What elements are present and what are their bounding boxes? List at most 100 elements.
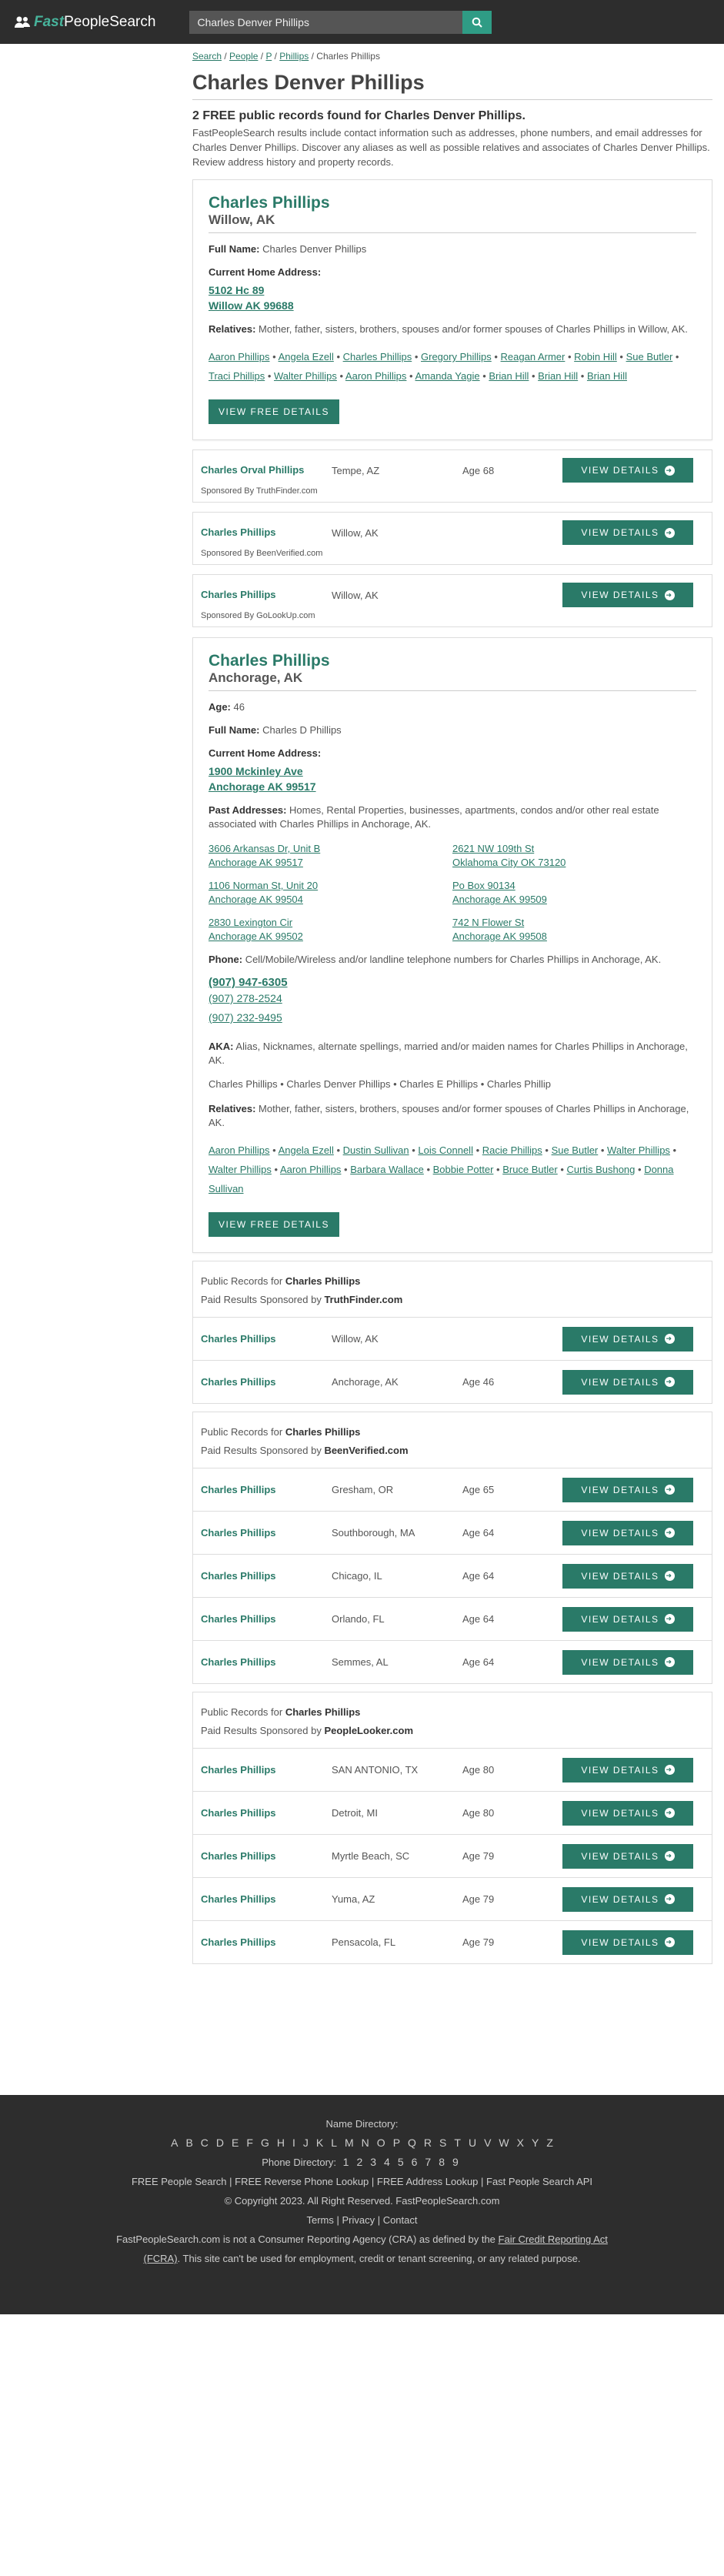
letter-link[interactable]: X — [517, 2137, 524, 2149]
relative-link[interactable]: Brian Hill — [489, 370, 529, 382]
footer-links[interactable]: FREE People Search | FREE Reverse Phone … — [0, 2172, 724, 2191]
digit-link[interactable]: 8 — [439, 2156, 445, 2168]
relative-link[interactable]: Aaron Phillips — [209, 1144, 270, 1156]
record-name[interactable]: Charles Phillips — [209, 194, 696, 212]
breadcrumb-people[interactable]: People — [229, 51, 258, 62]
relative-link[interactable]: Aaron Phillips — [345, 370, 407, 382]
view-details-button[interactable]: VIEW DETAILS ➜ — [562, 1520, 693, 1545]
letter-link[interactable]: K — [316, 2137, 323, 2149]
letter-link[interactable]: N — [362, 2137, 369, 2149]
past-address[interactable]: 2830 Lexington Cir Anchorage AK 99502 — [209, 916, 452, 944]
past-address-line1[interactable]: 1106 Norman St, Unit 20 — [209, 879, 452, 893]
relative-link[interactable]: Lois Connell — [418, 1144, 473, 1156]
past-address-line2[interactable]: Anchorage AK 99502 — [209, 930, 452, 944]
result-name[interactable]: Charles Phillips — [201, 1611, 332, 1628]
digit-link[interactable]: 6 — [412, 2156, 418, 2168]
view-details-button[interactable]: VIEW DETAILS ➜ — [562, 520, 693, 545]
result-name[interactable]: Charles Phillips — [201, 1654, 332, 1671]
result-name[interactable]: Charles Phillips — [201, 1374, 332, 1391]
breadcrumb-surname[interactable]: Phillips — [279, 51, 309, 62]
letter-link[interactable]: A — [171, 2137, 178, 2149]
phone-item[interactable]: (907) 232-9495 — [209, 1008, 696, 1027]
relative-link[interactable]: Curtis Bushong — [567, 1164, 636, 1175]
letter-link[interactable]: O — [377, 2137, 385, 2149]
past-address-line1[interactable]: 3606 Arkansas Dr, Unit B — [209, 842, 452, 856]
search-input[interactable] — [189, 10, 463, 34]
letter-link[interactable]: J — [303, 2137, 309, 2149]
view-details-button[interactable]: VIEW DETAILS ➜ — [562, 1649, 693, 1675]
relative-link[interactable]: Brian Hill — [587, 370, 627, 382]
view-details-button[interactable]: VIEW DETAILS ➜ — [562, 1563, 693, 1589]
letter-link[interactable]: L — [331, 2137, 337, 2149]
digit-link[interactable]: 5 — [398, 2156, 404, 2168]
view-details-button[interactable]: VIEW DETAILS ➜ — [562, 1757, 693, 1782]
relative-link[interactable]: Bruce Butler — [502, 1164, 558, 1175]
result-name[interactable]: Charles Phillips — [201, 1525, 332, 1542]
past-address[interactable]: 3606 Arkansas Dr, Unit B Anchorage AK 995… — [209, 842, 452, 870]
relative-link[interactable]: Bobbie Potter — [433, 1164, 494, 1175]
letter-link[interactable]: D — [216, 2137, 224, 2149]
phone-primary[interactable]: (907) 947-6305 — [209, 976, 696, 989]
search-button[interactable] — [462, 10, 492, 34]
digit-link[interactable]: 2 — [356, 2156, 362, 2168]
relative-link[interactable]: Barbara Wallace — [350, 1164, 424, 1175]
record-name[interactable]: Charles Phillips — [209, 652, 696, 670]
result-name[interactable]: Charles Phillips — [201, 1891, 332, 1908]
address-line1[interactable]: 5102 Hc 89 — [209, 282, 696, 298]
past-address-line2[interactable]: Anchorage AK 99517 — [209, 856, 452, 870]
digit-link[interactable]: 1 — [343, 2156, 349, 2168]
legal-links[interactable]: Terms | Privacy | Contact — [0, 2210, 724, 2230]
relative-link[interactable]: Dustin Sullivan — [343, 1144, 409, 1156]
past-address-line2[interactable]: Anchorage AK 99509 — [452, 893, 696, 907]
result-name[interactable]: Charles Phillips — [201, 1762, 332, 1779]
relative-link[interactable]: Brian Hill — [538, 370, 578, 382]
relative-link[interactable]: Walter Phillips — [209, 1164, 272, 1175]
breadcrumb-search[interactable]: Search — [192, 51, 222, 62]
relative-link[interactable]: Sue Butler — [552, 1144, 599, 1156]
relative-link[interactable]: Sue Butler — [626, 351, 673, 363]
view-details-button[interactable]: VIEW DETAILS ➜ — [562, 1843, 693, 1869]
relative-link[interactable]: Charles Phillips — [343, 351, 412, 363]
past-address-line2[interactable]: Anchorage AK 99508 — [452, 930, 696, 944]
digit-link[interactable]: 9 — [452, 2156, 459, 2168]
current-address[interactable]: 1900 Mckinley Ave Anchorage AK 99517 — [209, 763, 696, 794]
letter-link[interactable]: Y — [532, 2137, 539, 2149]
relative-link[interactable]: Aaron Phillips — [209, 351, 270, 363]
letter-link[interactable]: F — [246, 2137, 253, 2149]
result-name[interactable]: Charles Phillips — [201, 1848, 332, 1865]
past-address-line1[interactable]: 742 N Flower St — [452, 916, 696, 930]
view-details-button[interactable]: VIEW DETAILS ➜ — [562, 1606, 693, 1632]
view-details-button[interactable]: VIEW DETAILS ➜ — [562, 1800, 693, 1826]
relative-link[interactable]: Aaron Phillips — [280, 1164, 342, 1175]
past-address-line2[interactable]: Oklahoma City OK 73120 — [452, 856, 696, 870]
letter-link[interactable]: C — [201, 2137, 209, 2149]
view-details-button[interactable]: VIEW DETAILS ➜ — [562, 1369, 693, 1395]
past-address[interactable]: 1106 Norman St, Unit 20 Anchorage AK 9950… — [209, 879, 452, 907]
past-address[interactable]: 2621 NW 109th St Oklahoma City OK 73120 — [452, 842, 696, 870]
relative-link[interactable]: Walter Phillips — [274, 370, 337, 382]
relative-link[interactable]: Racie Phillips — [482, 1144, 542, 1156]
result-name[interactable]: Charles Phillips — [201, 1568, 332, 1585]
result-name[interactable]: Charles Phillips — [201, 1934, 332, 1951]
address-line1[interactable]: 1900 Mckinley Ave — [209, 763, 696, 779]
view-details-button[interactable]: VIEW DETAILS ➜ — [562, 1326, 693, 1351]
relative-link[interactable]: Robin Hill — [574, 351, 617, 363]
letter-link[interactable]: R — [424, 2137, 432, 2149]
digit-link[interactable]: 7 — [425, 2156, 431, 2168]
letter-link[interactable]: E — [232, 2137, 239, 2149]
breadcrumb-letter[interactable]: P — [265, 51, 272, 62]
letter-link[interactable]: M — [345, 2137, 354, 2149]
relative-link[interactable]: Amanda Yagie — [415, 370, 479, 382]
relative-link[interactable]: Angela Ezell — [279, 1144, 334, 1156]
letter-link[interactable]: I — [292, 2137, 295, 2149]
past-address[interactable]: 742 N Flower St Anchorage AK 99508 — [452, 916, 696, 944]
relative-link[interactable]: Gregory Phillips — [421, 351, 492, 363]
letter-link[interactable]: P — [393, 2137, 400, 2149]
result-name[interactable]: Charles Phillips — [201, 1482, 332, 1498]
address-line2[interactable]: Willow AK 99688 — [209, 298, 696, 313]
result-name[interactable]: Charles Orval Phillips — [201, 462, 332, 479]
site-logo[interactable]: Fast PeopleSearch — [14, 14, 155, 31]
letter-link[interactable]: U — [469, 2137, 476, 2149]
phone-item[interactable]: (907) 278-2524 — [209, 989, 696, 1008]
letter-link[interactable]: V — [484, 2137, 491, 2149]
